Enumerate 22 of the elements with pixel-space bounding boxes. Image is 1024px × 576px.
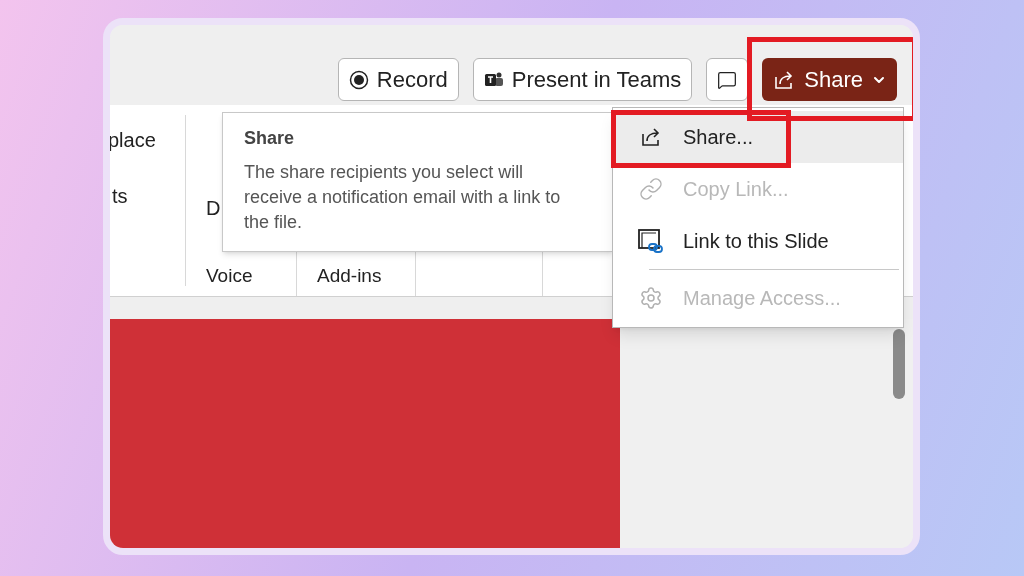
menu-item-label: Share... — [683, 125, 754, 150]
menu-item-label: Link to this Slide — [683, 229, 829, 254]
scrollbar-thumb — [893, 329, 905, 399]
menu-item-label: Manage Access... — [683, 286, 841, 311]
menu-item-label: Copy Link... — [683, 177, 789, 202]
teams-button[interactable]: Present in Teams — [472, 58, 693, 101]
menu-item[interactable]: Link to this Slide — [613, 215, 903, 267]
group-label: Voice — [205, 263, 254, 288]
ribbon-label: ts — [111, 184, 129, 209]
slide-link-icon — [637, 227, 665, 255]
comment-icon — [717, 69, 738, 90]
record-icon — [348, 69, 369, 90]
ribbon-label: D — [206, 197, 221, 219]
settings-icon — [639, 286, 663, 310]
ribbon-label: place — [110, 128, 157, 153]
tooltip-title: Share — [244, 127, 296, 150]
group-label: Add-ins — [316, 263, 383, 288]
tooltip-text: The share recipients you select will receive a notification email with a link to the file. — [244, 161, 562, 234]
link-icon — [639, 177, 663, 201]
record-button[interactable]: Record — [337, 58, 459, 101]
share-button[interactable]: Share — [762, 58, 897, 101]
comment-button[interactable] — [706, 58, 749, 101]
